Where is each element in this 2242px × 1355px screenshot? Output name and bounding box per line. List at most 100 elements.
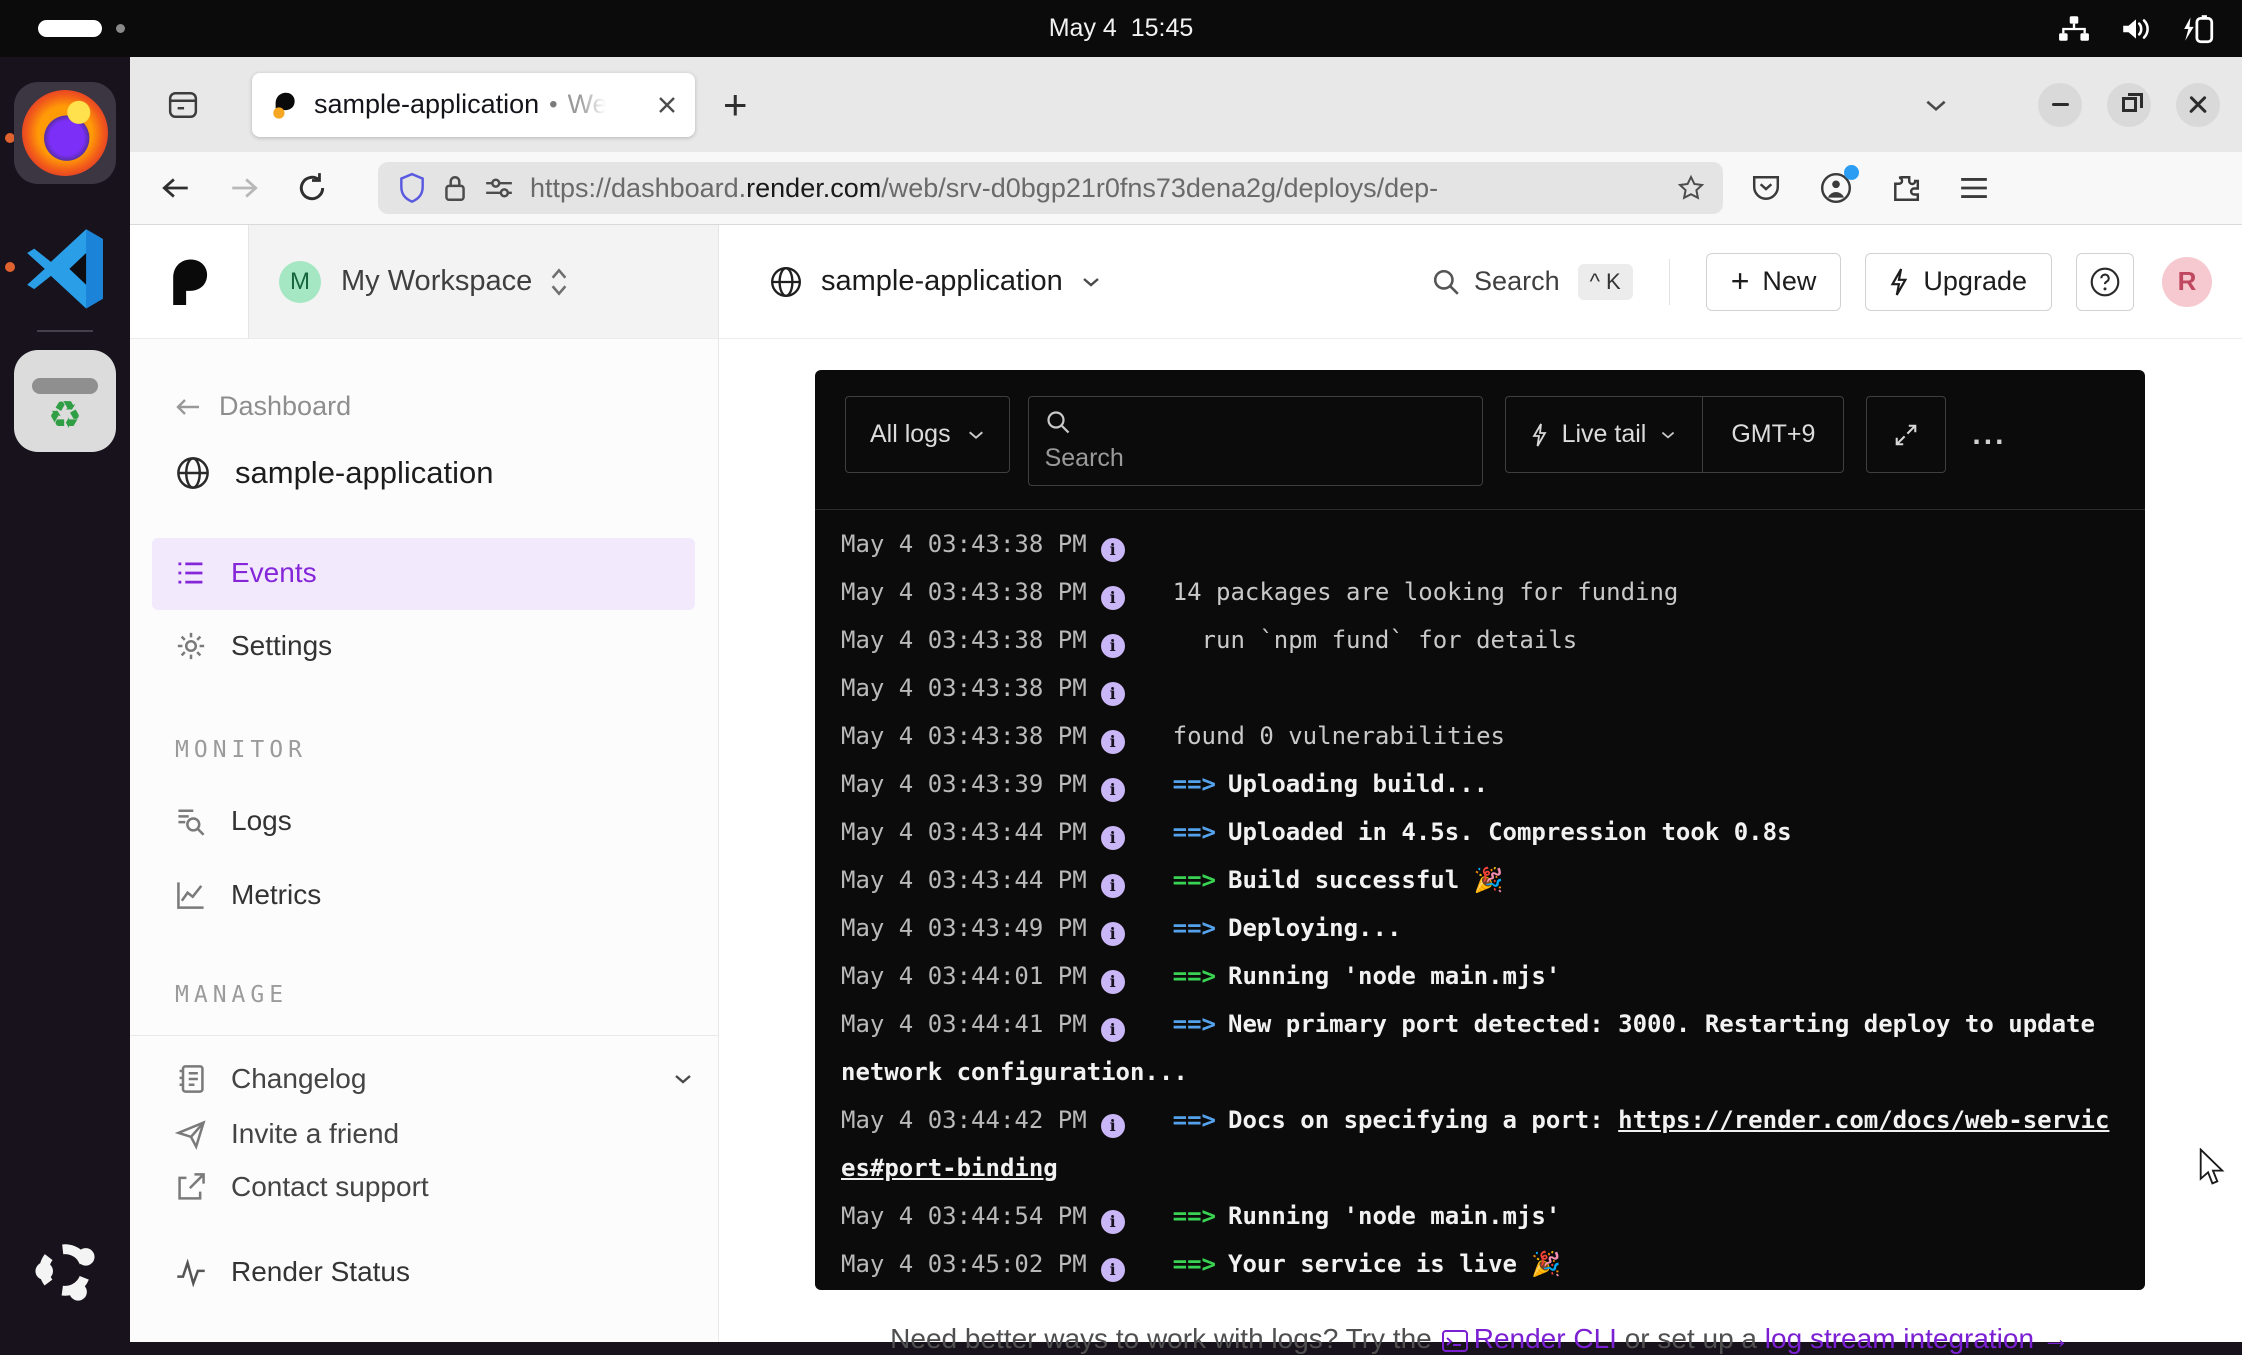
bookmark-star-icon[interactable] [1677,174,1705,202]
log-message: run `npm fund` for details [1173,626,1578,654]
sidebar-footer-divider [130,1035,719,1036]
teaser-text: Need better ways to work with logs? Try … [890,1323,1432,1354]
render-cli-link[interactable]: Render CLI [1474,1323,1617,1354]
sidebar-item-logs[interactable]: Logs [175,805,292,837]
info-icon: i [1101,634,1125,658]
log-arrow: ==> [1173,770,1216,798]
log-panel: All logs Search Live tai [815,370,2145,1290]
log-message: Build successful 🎉 [1228,866,1504,894]
vscode-dock-icon[interactable] [14,217,116,319]
expand-icon [1893,422,1919,448]
log-entry: May 4 03:43:44 PMi==>Uploaded in 4.5s. C… [841,808,2119,856]
log-search-box[interactable]: Search [1028,396,1483,486]
url-bar[interactable]: https://dashboard.render.com/web/srv-d0b… [378,162,1723,214]
log-message: Running 'node main.mjs' [1228,962,1560,990]
chevron-down-icon[interactable] [1081,272,1101,292]
lock-icon[interactable] [442,173,468,203]
render-status-label: Render Status [231,1256,410,1288]
tab-bar: sample-application • We + [130,57,2242,152]
network-icon[interactable] [2058,15,2090,43]
global-search[interactable]: Search ^ K [1432,264,1633,300]
url-domain: render.com [746,173,881,203]
browser-tab[interactable]: sample-application • We [252,73,695,137]
firefox-view-icon[interactable] [156,78,210,132]
bolt-icon [1532,423,1548,447]
tab-close-icon[interactable] [655,93,679,117]
info-icon: i [1101,874,1125,898]
plus-icon: + [1731,263,1750,300]
logs-search-icon [175,805,207,837]
contact-label: Contact support [231,1171,429,1203]
forward-icon[interactable] [228,173,260,203]
maximize-button[interactable] [2107,83,2151,127]
close-button[interactable] [2176,83,2220,127]
log-message: Deploying... [1228,914,1401,942]
sidebar-section-manage: MANAGE [175,982,288,1008]
chevron-down-icon [967,426,985,444]
timezone-button[interactable]: GMT+9 [1703,397,1843,472]
list-tabs-chevron-icon[interactable] [1923,92,1949,118]
minimize-button[interactable] [2038,83,2082,127]
trash-dock-icon[interactable]: ♻ [14,350,116,452]
tracking-protection-shield-icon[interactable] [398,172,426,204]
log-timestamp: May 4 03:43:39 PM [841,770,1087,798]
permissions-sliders-icon[interactable] [484,175,514,201]
chevron-down-icon [671,1067,695,1091]
pocket-icon[interactable] [1751,173,1781,203]
back-icon[interactable] [160,173,192,203]
firefox-dock-icon[interactable] [14,82,116,184]
extensions-puzzle-icon[interactable] [1891,173,1921,203]
account-notification-dot [1844,165,1859,180]
teaser-text-2: or set up a [1617,1323,1765,1354]
log-entry: May 4 03:43:38 PMifound 0 vulnerabilitie… [841,712,2119,760]
sidebar-back-dashboard[interactable]: Dashboard [175,391,351,422]
system-tray[interactable] [2058,0,2216,57]
log-arrow: ==> [1173,866,1216,894]
settings-label: Settings [231,630,332,662]
ubuntu-logo-icon[interactable] [30,1235,100,1305]
log-filter-dropdown[interactable]: All logs [845,396,1010,473]
render-favicon [270,90,300,120]
log-stream-link[interactable]: log stream integration [1765,1323,2034,1354]
sidebar-item-settings[interactable]: Settings [175,630,332,662]
workspace-switcher[interactable]: M My Workspace [249,225,719,338]
log-message: found 0 vulnerabilities [1173,722,1505,750]
sidebar-item-metrics[interactable]: Metrics [175,879,321,911]
sidebar-item-render-status[interactable]: Render Status [175,1256,410,1288]
status-pulse-icon [175,1256,207,1288]
sidebar-item-invite[interactable]: Invite a friend [175,1118,399,1150]
new-tab-button[interactable]: + [723,84,748,126]
info-icon: i [1101,1210,1125,1234]
sidebar-item-changelog[interactable]: Changelog [175,1063,695,1095]
menu-hamburger-icon[interactable] [1959,175,1989,201]
log-message: 14 packages are looking for funding [1173,578,1679,606]
info-icon: i [1101,538,1125,562]
more-options-button[interactable]: ... [1972,396,2006,473]
render-logo[interactable] [130,225,249,338]
main-content: All logs Search Live tai [719,339,2242,1342]
expand-logs-button[interactable] [1866,396,1946,473]
sidebar-item-contact[interactable]: Contact support [175,1171,429,1203]
log-entry: May 4 03:43:38 PMi [841,520,2119,568]
battery-icon[interactable] [2182,14,2216,44]
sidebar-item-events[interactable]: Events [175,557,317,589]
help-button[interactable] [2076,253,2134,311]
reload-icon[interactable] [296,172,328,204]
log-entry: May 4 03:43:39 PMi==>Uploading build... [841,760,2119,808]
contact-external-icon [175,1171,207,1203]
account-icon[interactable] [1819,171,1853,205]
events-list-icon [175,557,207,589]
log-list: May 4 03:43:38 PMi May 4 03:43:38 PMi14 … [815,510,2145,1288]
live-tail-button[interactable]: Live tail [1506,397,1703,472]
info-icon: i [1101,586,1125,610]
new-button[interactable]: + New [1706,253,1842,311]
logs-label: Logs [231,805,292,837]
timezone-label: GMT+9 [1731,420,1815,449]
user-avatar[interactable]: R [2162,257,2212,307]
volume-icon[interactable] [2120,16,2152,42]
log-search-placeholder: Search [1045,444,1124,473]
log-arrow: ==> [1173,818,1216,846]
upgrade-button[interactable]: Upgrade [1865,253,2052,311]
service-switcher[interactable]: sample-application [821,265,1063,298]
log-timestamp: May 4 03:44:54 PM [841,1202,1087,1230]
